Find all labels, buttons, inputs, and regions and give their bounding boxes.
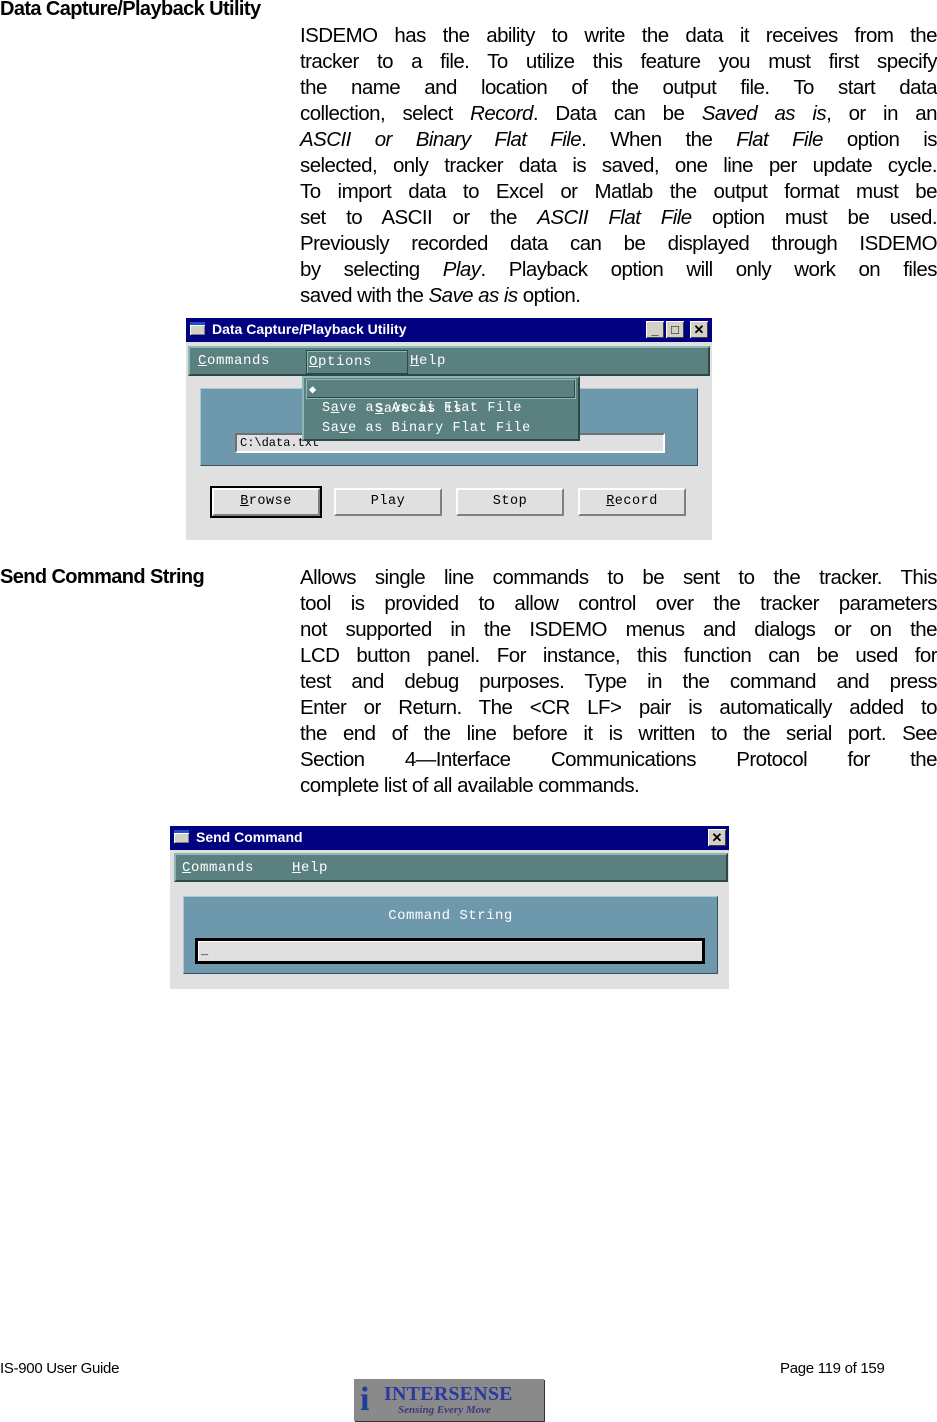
text-line: selected, only tracker data is saved, on…	[300, 154, 937, 177]
text-line: not supported in the ISDEMO menus and di…	[300, 618, 937, 641]
minimize-icon: _	[651, 322, 659, 337]
text-line: Section 4—Interface Communications Proto…	[300, 748, 937, 771]
play-button[interactable]: Play	[334, 488, 442, 516]
menu-help[interactable]: Help	[410, 353, 446, 369]
emphasis: Saved as is	[701, 102, 827, 125]
text-line: To import data to Excel or Matlab the ou…	[300, 180, 937, 203]
text-line: tracker to a file. To utilize this featu…	[300, 50, 937, 73]
text-cursor: _	[201, 944, 209, 958]
logo-mark-icon: i	[360, 1381, 370, 1418]
text-line: set to ASCII or the ASCII Flat File opti…	[300, 206, 937, 229]
logo-tagline: Sensing Every Move	[398, 1404, 491, 1416]
browse-button[interactable]: Browse	[210, 486, 322, 518]
close-button[interactable]: ✕	[690, 321, 708, 338]
menu-commands[interactable]: Commands	[198, 353, 270, 369]
text-line: the end of the line before it is written…	[300, 722, 937, 745]
data-capture-description: ISDEMO has the ability to write the data…	[300, 23, 937, 309]
section-heading-send-command: Send Command String	[0, 566, 205, 588]
menu-commands[interactable]: Commands	[182, 860, 254, 876]
window-title: Send Command	[196, 829, 303, 845]
command-panel: Command String _	[183, 896, 718, 974]
maximize-button[interactable]: □	[666, 321, 684, 338]
section-heading-data-capture: Data Capture/Playback Utility	[0, 0, 261, 20]
close-icon: ✕	[693, 322, 705, 337]
close-icon: ✕	[711, 830, 723, 845]
record-button[interactable]: Record	[578, 488, 686, 516]
emphasis: Play	[442, 258, 481, 281]
send-command-window: Send Command ✕ Commands Help Command Str…	[170, 826, 729, 989]
options-dropdown: ◆ Save as is Save as Ascii Flat File Save…	[302, 376, 580, 441]
logo-brand: INTERSENSE	[384, 1383, 513, 1405]
text-line: tool is provided to allow control over t…	[300, 592, 937, 615]
maximize-icon: □	[671, 322, 679, 337]
menu-help[interactable]: Help	[292, 860, 328, 876]
footer-page-number: Page 119 of 159	[780, 1360, 885, 1377]
emphasis: Flat File	[736, 128, 823, 151]
text-line: LCD button panel. For instance, this fun…	[300, 644, 937, 667]
window-system-icon[interactable]	[174, 830, 189, 843]
text-line: the name and location of the output file…	[300, 76, 937, 99]
text-line: ISDEMO has the ability to write the data…	[300, 24, 937, 47]
text-line: Allows single line commands to be sent t…	[300, 566, 937, 589]
menu-options[interactable]: Options	[306, 350, 408, 374]
selected-diamond-icon: ◆	[309, 383, 317, 397]
text-line: ASCII or Binary Flat File. When the Flat…	[300, 128, 937, 151]
text-line: saved with the Save as is option.	[300, 284, 581, 307]
text-line: complete list of all available commands.	[300, 774, 640, 797]
text-line: collection, select Record. Data can be S…	[300, 102, 937, 125]
option-save-as-is[interactable]: ◆ Save as is	[306, 379, 576, 417]
intersense-logo: i INTERSENSE Sensing Every Move	[354, 1379, 544, 1421]
text-line: test and debug purposes. Type in the com…	[300, 670, 937, 693]
text-line: Previously recorded data can be displaye…	[300, 232, 937, 255]
emphasis: ASCII or Binary Flat File	[300, 128, 582, 151]
window-title: Data Capture/Playback Utility	[212, 321, 407, 337]
command-string-label: Command String	[388, 908, 513, 924]
close-button[interactable]: ✕	[708, 829, 726, 846]
emphasis: Save as is	[428, 284, 519, 307]
footer-guide-title: IS-900 User Guide	[0, 1360, 120, 1377]
command-input[interactable]: _	[195, 938, 705, 964]
data-capture-window: Data Capture/Playback Utility _ □ ✕ Comm…	[186, 318, 712, 540]
option-save-as-binary[interactable]: Save as Binary Flat File	[306, 419, 576, 439]
menu-bar: Commands Options Help	[188, 346, 710, 376]
window-titlebar: Data Capture/Playback Utility _ □ ✕	[186, 318, 712, 342]
minimize-button[interactable]: _	[646, 321, 664, 338]
menu-bar: Commands Help	[174, 853, 728, 882]
text-line: by selecting Play. Playback option will …	[300, 258, 937, 281]
emphasis: Record	[470, 102, 533, 125]
option-save-as-ascii[interactable]: Save as Ascii Flat File	[306, 399, 576, 419]
emphasis: ASCII Flat File	[537, 206, 692, 229]
window-titlebar: Send Command ✕	[170, 826, 729, 850]
stop-button[interactable]: Stop	[456, 488, 564, 516]
window-system-icon[interactable]	[190, 322, 205, 335]
text-line: Enter or Return. The <CR LF> pair is aut…	[300, 696, 937, 719]
send-command-description: Allows single line commands to be sent t…	[300, 565, 937, 799]
